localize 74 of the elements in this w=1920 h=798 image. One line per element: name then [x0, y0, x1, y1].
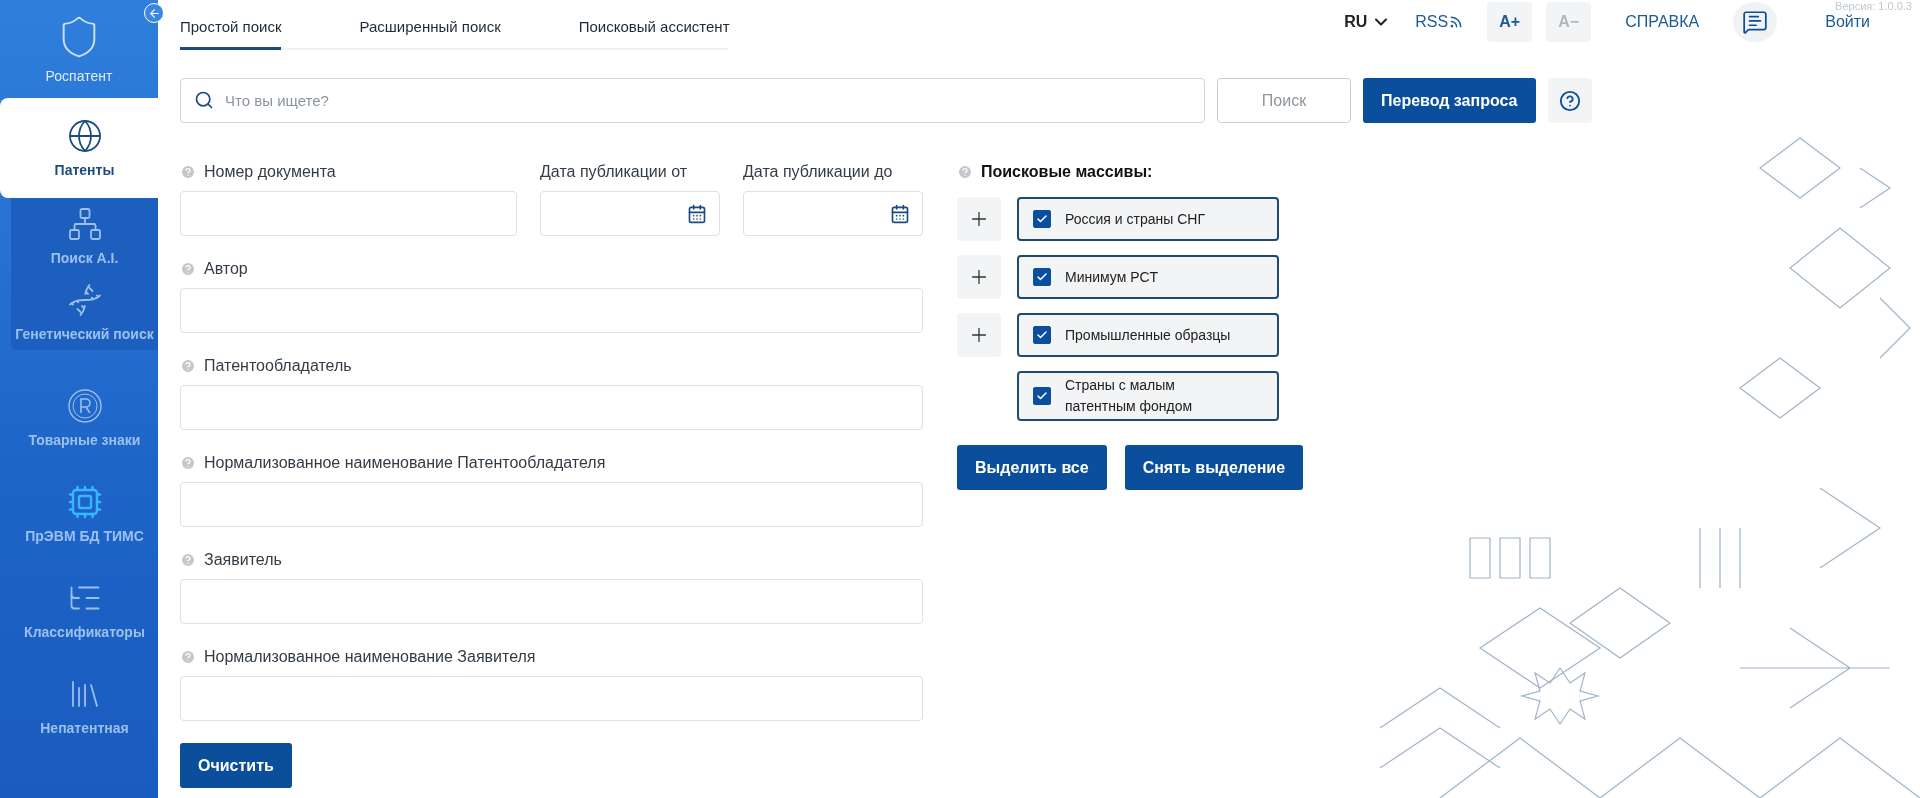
- option-label: Минимум PCT: [1065, 267, 1160, 287]
- select-all-button[interactable]: Выделить все: [957, 445, 1107, 490]
- help-button[interactable]: [1547, 78, 1592, 123]
- input-field[interactable]: [180, 288, 923, 333]
- arrow-left-icon: [147, 6, 161, 20]
- font-size-button[interactable]: A+: [1487, 2, 1533, 42]
- dna-icon: [66, 282, 103, 318]
- checkbox-option[interactable]: Промышленные образцы: [1017, 313, 1279, 357]
- globe-network-icon: [66, 118, 103, 154]
- tab[interactable]: Расширенный поиск: [359, 16, 501, 50]
- field-label: Нормализованное наименование Патентообладателя: [204, 454, 606, 472]
- help-icon[interactable]: [180, 455, 196, 471]
- tab[interactable]: Простой поиск: [180, 16, 282, 50]
- checkbox[interactable]: [1033, 210, 1051, 228]
- help-link[interactable]: СПРАВКА: [1625, 13, 1700, 31]
- field-label: Нормализованное наименование Заявителя: [204, 648, 536, 666]
- field-label: Дата публикации до: [743, 163, 893, 181]
- checkbox[interactable]: [1033, 326, 1051, 344]
- field-label: Дата публикации от: [540, 163, 688, 181]
- check-icon: [1036, 329, 1048, 341]
- date-field[interactable]: [743, 191, 923, 236]
- help-icon[interactable]: [180, 358, 196, 374]
- search-field[interactable]: Что вы ищете?: [180, 78, 1205, 123]
- network-nodes-icon: [66, 206, 103, 242]
- registered-mark-icon: [66, 388, 103, 424]
- tab[interactable]: Поисковый ассистент: [578, 16, 730, 50]
- chat-button[interactable]: [1733, 2, 1778, 42]
- checkbox[interactable]: [1033, 387, 1051, 405]
- search-icon: [194, 90, 214, 110]
- input-field[interactable]: [180, 579, 923, 624]
- login-link[interactable]: Войти: [1825, 13, 1870, 31]
- sidebar-item[interactable]: Патенты: [0, 98, 158, 198]
- help-icon[interactable]: [180, 552, 196, 568]
- field-label: Номер документа: [204, 163, 336, 181]
- checkbox-option[interactable]: Минимум PCT: [1017, 255, 1279, 299]
- brand-name: Роспатент: [45, 68, 113, 84]
- translate-query-button[interactable]: Перевод запроса: [1363, 78, 1536, 123]
- calendar-icon[interactable]: [890, 203, 910, 224]
- option-label: Россия и страны СНГ: [1065, 209, 1206, 229]
- deselect-button[interactable]: Снять выделение: [1124, 445, 1304, 490]
- expand-button[interactable]: [957, 255, 1001, 299]
- expand-button[interactable]: [957, 313, 1001, 357]
- chat-icon: [1742, 9, 1769, 35]
- field-label: Патентообладатель: [204, 357, 352, 375]
- check-icon: [1036, 390, 1048, 402]
- help-icon[interactable]: [180, 261, 196, 277]
- field-label: Заявитель: [204, 551, 282, 569]
- input-field[interactable]: [180, 676, 923, 721]
- checkbox-option[interactable]: Страны с малым патентным фондом: [1017, 371, 1279, 421]
- check-icon: [1036, 213, 1048, 225]
- help-icon[interactable]: [957, 164, 973, 180]
- rss-link[interactable]: RSS: [1415, 13, 1464, 31]
- input-field[interactable]: [180, 385, 923, 430]
- checkbox[interactable]: [1033, 268, 1051, 286]
- checkbox-option[interactable]: Россия и страны СНГ: [1017, 197, 1279, 241]
- rss-icon: [1449, 15, 1464, 29]
- chip-icon: [66, 484, 103, 520]
- expand-button[interactable]: [957, 197, 1001, 241]
- version-text: Версия: 1.0.0.3: [1835, 0, 1912, 12]
- input-field[interactable]: [180, 191, 517, 236]
- check-icon: [1036, 271, 1048, 283]
- field-label: Автор: [204, 260, 248, 278]
- help-icon: [1558, 89, 1581, 112]
- language-select[interactable]: RU: [1344, 12, 1392, 32]
- date-field[interactable]: [540, 191, 720, 236]
- collapse-button[interactable]: [144, 3, 164, 23]
- help-icon[interactable]: [180, 164, 196, 180]
- input-field[interactable]: [180, 482, 923, 527]
- clear-button[interactable]: Очистить: [180, 743, 292, 788]
- help-icon[interactable]: [180, 649, 196, 665]
- option-label: Промышленные образцы: [1065, 325, 1232, 345]
- option-label: Страны с малым патентным фондом: [1065, 376, 1194, 416]
- calendar-icon[interactable]: [687, 203, 707, 224]
- section-title: Поисковые массивы:: [981, 163, 1153, 181]
